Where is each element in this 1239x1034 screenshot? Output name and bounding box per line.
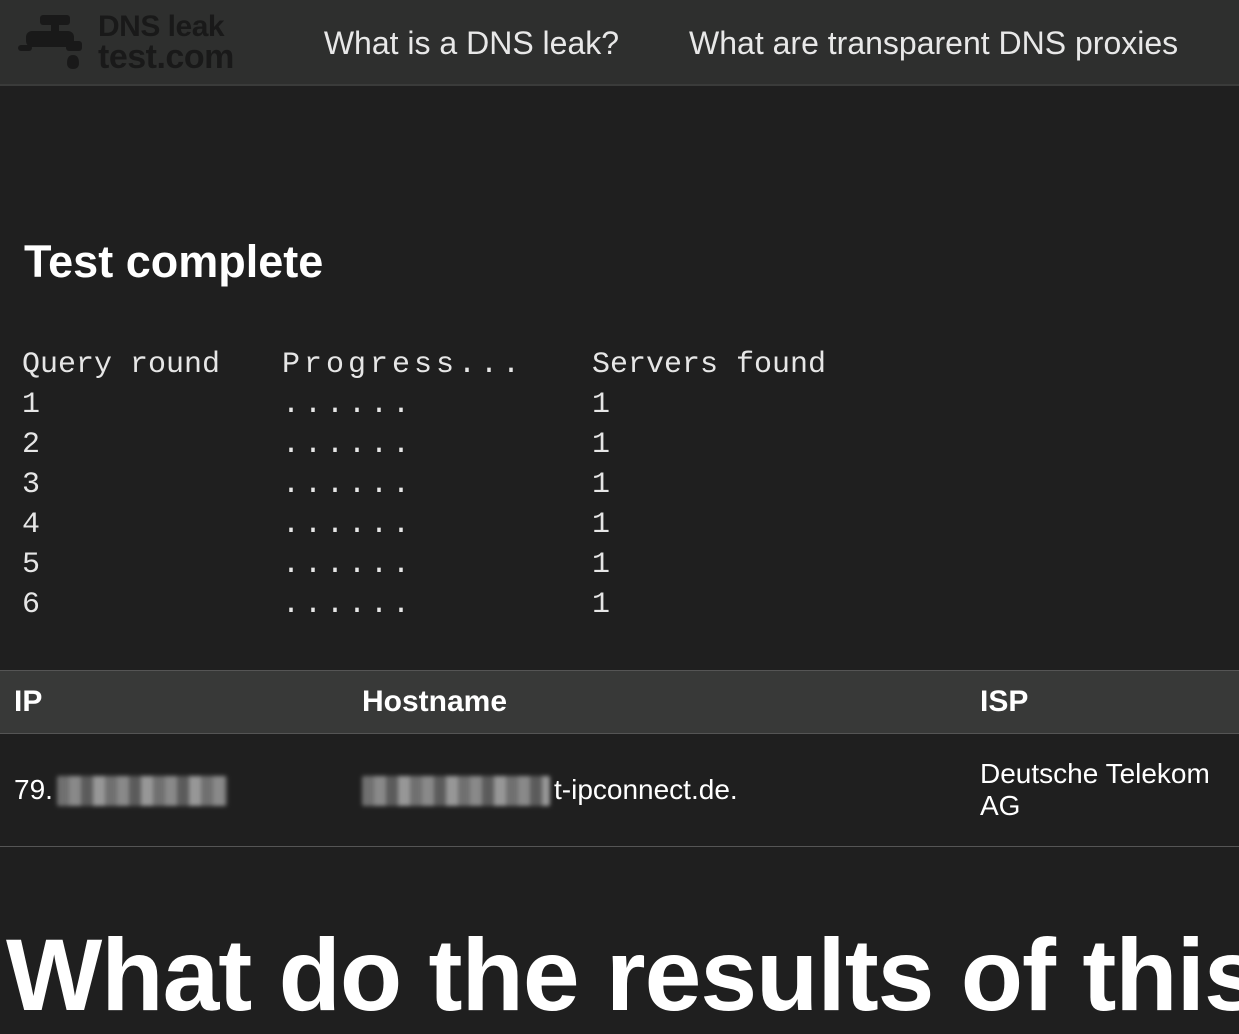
query-round-value: 4 [22, 508, 282, 542]
query-row: 3 ...... 1 [22, 468, 1239, 502]
test-complete-heading: Test complete [24, 236, 1239, 288]
query-row: 6 ...... 1 [22, 588, 1239, 622]
col-header-progress: Progress... [282, 348, 592, 382]
main-content: Test complete Query round Progress... Se… [0, 236, 1239, 1034]
col-header-hostname: Hostname [348, 671, 966, 734]
site-logo[interactable]: DNS leak test.com [0, 0, 234, 86]
query-servers-value: 1 [592, 388, 852, 422]
query-rounds-table: Query round Progress... Servers found 1 … [22, 348, 1239, 622]
col-header-isp: ISP [966, 671, 1239, 734]
results-row: 79. t-ipconnect.de. Deutsche Telekom AG [0, 734, 1239, 847]
query-servers-value: 1 [592, 588, 852, 622]
query-servers-value: 1 [592, 428, 852, 462]
col-header-query-round: Query round [22, 348, 282, 382]
query-round-value: 1 [22, 388, 282, 422]
results-header-row: IP Hostname ISP [0, 671, 1239, 734]
query-rounds-header: Query round Progress... Servers found [22, 348, 1239, 382]
nav-transparent-proxies[interactable]: What are transparent DNS proxies [689, 25, 1178, 62]
query-progress-value: ...... [282, 468, 592, 502]
query-servers-value: 1 [592, 468, 852, 502]
query-progress-value: ...... [282, 548, 592, 582]
query-servers-value: 1 [592, 548, 852, 582]
logo-text-line2: test.com [98, 41, 234, 73]
query-progress-value: ...... [282, 588, 592, 622]
query-round-value: 5 [22, 548, 282, 582]
col-header-ip: IP [0, 671, 348, 734]
redacted-ip [57, 776, 227, 806]
redacted-hostname-prefix [362, 776, 550, 806]
result-isp-cell: Deutsche Telekom AG [966, 734, 1239, 847]
query-row: 2 ...... 1 [22, 428, 1239, 462]
faucet-icon [18, 15, 88, 71]
dns-results-table: IP Hostname ISP 79. t-ipconnect.de. Deut… [0, 670, 1239, 847]
query-round-value: 2 [22, 428, 282, 462]
query-round-value: 3 [22, 468, 282, 502]
result-hostname-suffix: t-ipconnect.de. [554, 774, 738, 805]
query-row: 4 ...... 1 [22, 508, 1239, 542]
result-ip-prefix: 79. [14, 774, 53, 805]
query-progress-value: ...... [282, 508, 592, 542]
nav-what-is-dns-leak[interactable]: What is a DNS leak? [324, 25, 619, 62]
query-round-value: 6 [22, 588, 282, 622]
query-progress-value: ...... [282, 388, 592, 422]
query-servers-value: 1 [592, 508, 852, 542]
col-header-servers-found: Servers found [592, 348, 852, 382]
main-nav: What is a DNS leak? What are transparent… [324, 25, 1178, 62]
query-progress-value: ...... [282, 428, 592, 462]
site-header: DNS leak test.com What is a DNS leak? Wh… [0, 0, 1239, 86]
query-row: 1 ...... 1 [22, 388, 1239, 422]
query-row: 5 ...... 1 [22, 548, 1239, 582]
logo-text: DNS leak test.com [98, 13, 234, 74]
result-hostname-cell: t-ipconnect.de. [348, 734, 966, 847]
logo-text-line1: DNS leak [98, 13, 234, 42]
results-explanation-heading: What do the results of this tes [6, 917, 1239, 1034]
result-ip-cell: 79. [0, 734, 348, 847]
